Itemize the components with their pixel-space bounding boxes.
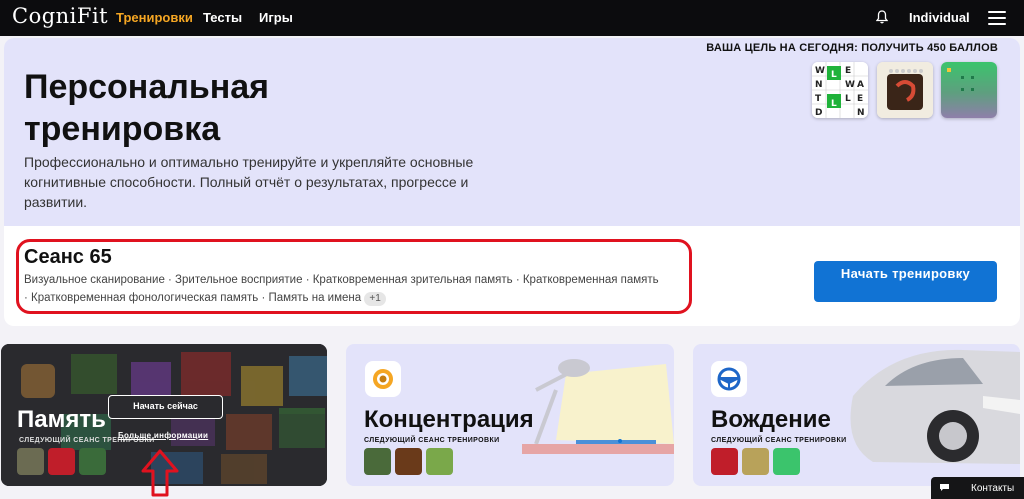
cognifit-logo[interactable]: CogniFit [12, 4, 108, 28]
svg-text:E: E [845, 66, 851, 76]
red-up-arrow-annotation [141, 449, 179, 497]
start-now-button[interactable]: Начать сейчас [108, 395, 223, 419]
concentration-game-thumb-1[interactable] [364, 448, 391, 475]
svg-text:L: L [831, 99, 837, 109]
more-skills-badge[interactable]: +1 [364, 292, 386, 306]
category-card-driving[interactable]: Вождение СЛЕДУЮЩИЙ СЕАНС ТРЕНИРОВКИ [693, 344, 1020, 486]
category-subtitle-concentration: СЛЕДУЮЩИЙ СЕАНС ТРЕНИРОВКИ [364, 437, 500, 444]
driving-steering-wheel-icon [711, 361, 747, 397]
contacts-button[interactable]: Контакты [931, 477, 1024, 499]
top-nav: CogniFit Тренировки Тесты Игры Individua… [0, 0, 1024, 36]
category-card-concentration[interactable]: Концентрация СЛЕДУЮЩИЙ СЕАНС ТРЕНИРОВКИ [346, 344, 674, 486]
bell-icon[interactable] [876, 10, 888, 24]
daily-goal: ВАША ЦЕЛЬ НА СЕГОДНЯ: ПОЛУЧИТЬ 450 БАЛЛО… [706, 42, 998, 54]
session-skills-line-2: · Кратковременная фонологическая память … [24, 292, 362, 304]
contacts-label: Контакты [971, 483, 1015, 494]
more-info-link[interactable]: Больше информации [118, 431, 208, 440]
memory-game-thumb-3[interactable] [79, 448, 106, 475]
svg-text:A: A [857, 80, 864, 90]
driving-game-thumb-1[interactable] [711, 448, 738, 475]
hamburger-menu-icon[interactable] [988, 11, 1006, 25]
start-training-button[interactable]: Начать тренировку [814, 261, 997, 302]
green-grid-game-icon[interactable] [941, 62, 997, 118]
svg-text:L: L [845, 94, 851, 104]
memory-game-thumb-2[interactable] [48, 448, 75, 475]
hero-description: Профессионально и оптимально тренируйте … [24, 154, 474, 210]
category-title-concentration: Концентрация [364, 406, 534, 433]
nav-link-games[interactable]: Игры [259, 10, 293, 25]
svg-text:T: T [815, 94, 822, 104]
driving-game-thumb-3[interactable] [773, 448, 800, 475]
category-subtitle-driving: СЛЕДУЮЩИЙ СЕАНС ТРЕНИРОВКИ [711, 437, 847, 444]
concentration-game-thumb-3[interactable] [426, 448, 453, 475]
concentration-target-icon [365, 361, 401, 397]
session-title: Сеанс 65 [24, 246, 112, 268]
car-illustration [850, 349, 1020, 464]
svg-text:W: W [815, 66, 825, 76]
category-title-driving: Вождение [711, 406, 831, 433]
concentration-game-thumb-2[interactable] [395, 448, 422, 475]
word-grid-game-icon[interactable]: WLE NWA TLE LDN [812, 62, 868, 118]
notebook-game-icon[interactable] [877, 62, 933, 118]
personal-training-card: ВАША ЦЕЛЬ НА СЕГОДНЯ: ПОЛУЧИТЬ 450 БАЛЛО… [4, 38, 1020, 326]
driving-game-thumb-2[interactable] [742, 448, 769, 475]
chat-bubble-icon [940, 484, 949, 491]
svg-text:N: N [857, 108, 865, 118]
svg-text:D: D [815, 108, 822, 118]
svg-text:E: E [857, 94, 863, 104]
session-skills-list: Визуальное сканирование · Зрительное вос… [24, 271, 692, 307]
memory-game-thumb-1[interactable] [17, 448, 44, 475]
account-menu[interactable]: Individual [909, 10, 970, 25]
category-title-memory: Память [17, 406, 106, 433]
svg-text:W: W [845, 80, 855, 90]
nav-link-tests[interactable]: Тесты [203, 10, 242, 25]
page-title: Персональная тренировка [24, 68, 270, 148]
nav-link-trainings[interactable]: Тренировки [116, 10, 193, 25]
svg-text:L: L [831, 70, 837, 80]
session-skills-line-1: Визуальное сканирование · Зрительное вос… [24, 274, 659, 286]
svg-text:N: N [815, 80, 823, 90]
